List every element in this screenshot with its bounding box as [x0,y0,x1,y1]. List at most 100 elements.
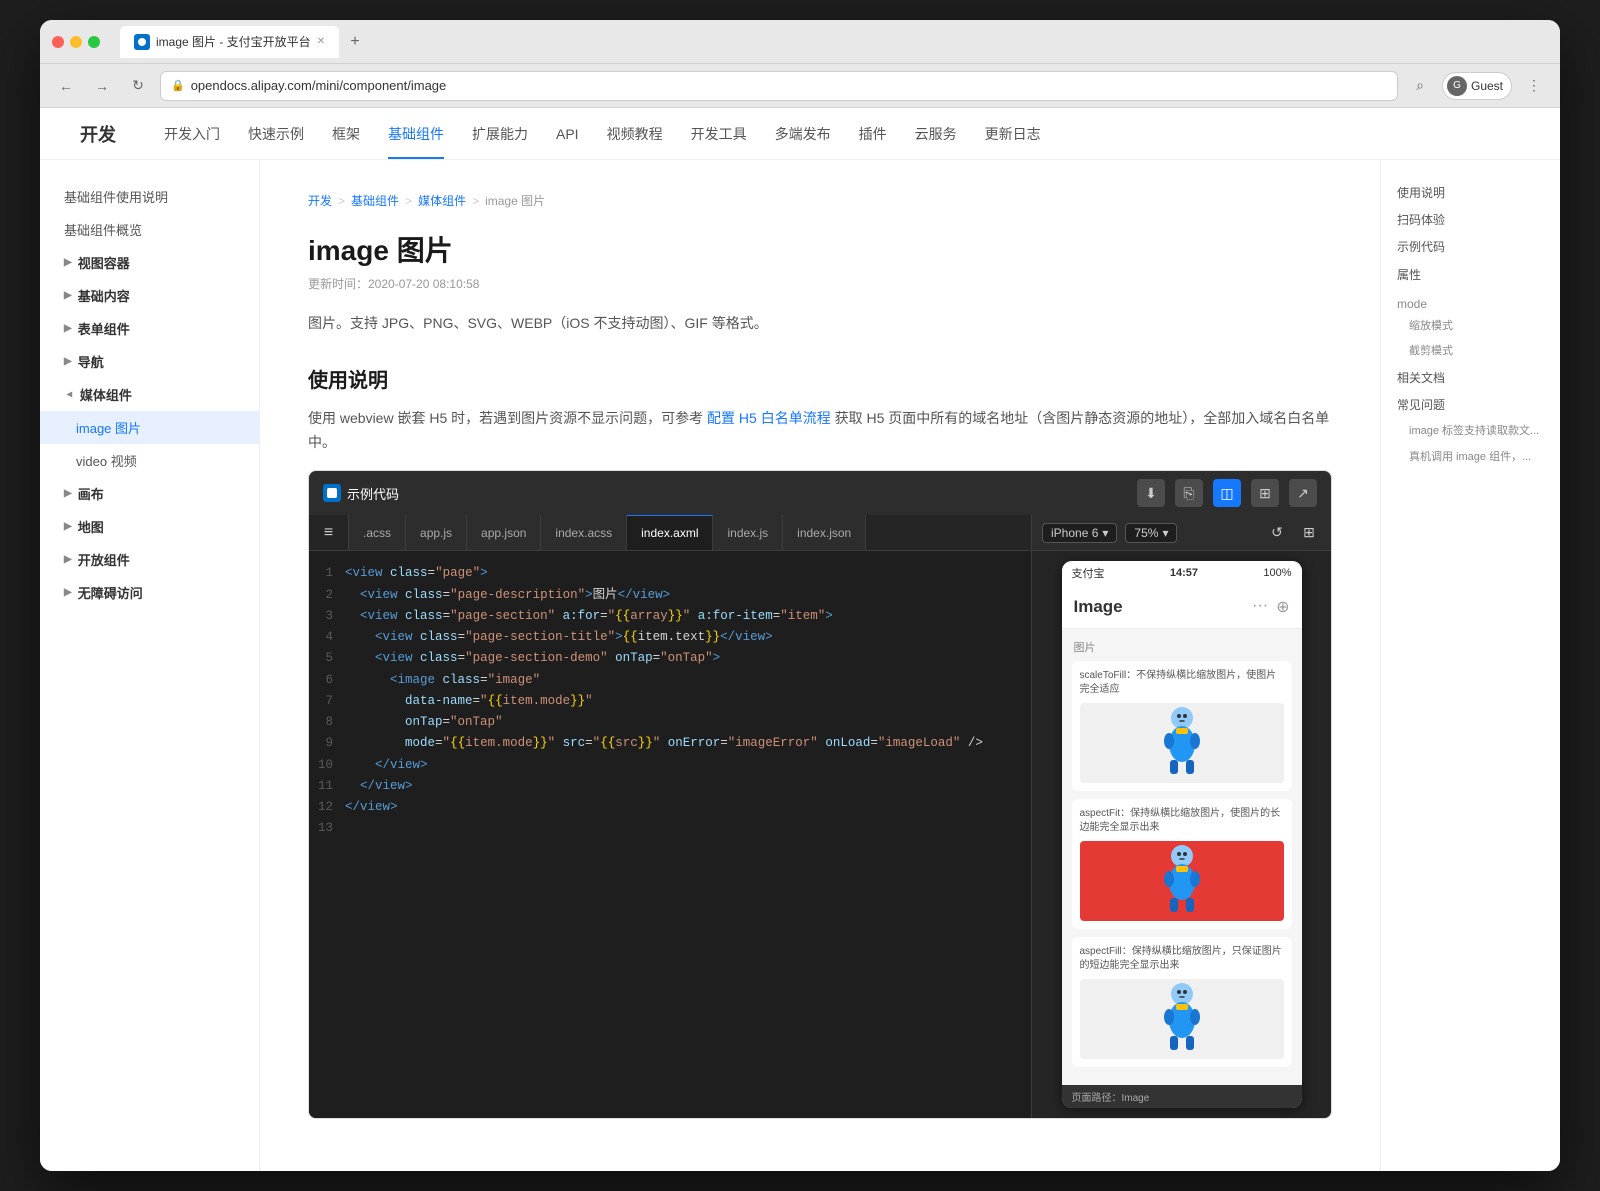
code-line-1: 1 <view class="page"> [309,563,1031,584]
share-button[interactable]: ↗ [1289,479,1317,507]
sidebar-group-base-content[interactable]: ▶ 基础内容 [40,279,259,312]
sidebar-group-view-container[interactable]: ▶ 视图容器 [40,246,259,279]
split-view-button[interactable]: ◫ [1213,479,1241,507]
content-area: 基础组件使用说明 基础组件概览 ▶ 视图容器 ▶ 基础内容 ▶ 表单组件 ▶ 导… [40,160,1560,1171]
right-sidebar-usage[interactable]: 使用说明 [1381,180,1560,207]
code-line-2: 2 <view class="page-description">图片</vie… [309,585,1031,606]
right-sidebar-faq-2[interactable]: 真机调用 image 组件，... [1381,445,1560,471]
nav-items: 开发入门 快速示例 框架 基础组件 扩展能力 API 视频教程 开发工具 多端发… [164,108,1041,159]
breadcrumb-media[interactable]: 媒体组件 [418,192,466,209]
file-tab-indexjs[interactable]: index.js [713,515,783,550]
phone-header-icons: ··· ⊕ [1252,597,1289,617]
code-line-7: 7 data-name="{{item.mode}}" [309,691,1031,712]
nav-item-multiplatform[interactable]: 多端发布 [775,108,831,159]
refresh-button[interactable]: ↺ [1265,521,1289,545]
zoom-selector[interactable]: 75% ▾ [1125,523,1177,543]
download-button[interactable]: ⬇ [1137,479,1165,507]
sidebar-group-form[interactable]: ▶ 表单组件 [40,312,259,345]
file-tab-appjs[interactable]: app.js [406,515,467,550]
forward-button[interactable]: → [88,72,116,100]
breadcrumb: 开发 > 基础组件 > 媒体组件 > image 图片 [308,192,1332,209]
sidebar-group-media[interactable]: ▼ 媒体组件 [40,378,259,411]
address-field[interactable]: 🔒 opendocs.alipay.com/mini/component/ima… [160,71,1398,101]
new-tab-button[interactable]: + [343,30,367,54]
code-line-10: 10 </view> [309,755,1031,776]
right-sidebar-related[interactable]: 相关文档 [1381,365,1560,392]
chevron-icon: ▶ [64,356,72,367]
phone-time: 14:57 [1170,567,1198,579]
phone-header: Image ··· ⊕ [1062,585,1302,629]
grid-view-button[interactable]: ⊞ [1297,521,1321,545]
chevron-icon: ▶ [64,290,72,301]
account-area[interactable]: G Guest [1442,72,1512,100]
nav-item-api[interactable]: API [556,108,579,159]
phone-img-3 [1080,979,1284,1059]
device-selector[interactable]: iPhone 6 ▾ [1042,523,1117,543]
phone-app-title: Image [1074,597,1123,617]
breadcrumb-home[interactable]: 开发 [308,192,332,209]
right-sidebar-props[interactable]: 属性 [1381,262,1560,289]
file-tab-indexaxml[interactable]: index.axml [627,515,713,550]
phone-section-label: 图片 [1072,639,1292,655]
sidebar-item-overview[interactable]: 基础组件概览 [40,213,259,246]
right-sidebar-scan[interactable]: 扫码体验 [1381,207,1560,234]
sidebar-item-usage-intro[interactable]: 基础组件使用说明 [40,180,259,213]
demo-body: ≡ .acss app.js app.json index.acss index… [309,515,1331,1118]
search-button[interactable]: ⌕ [1406,72,1434,100]
sidebar-group-map[interactable]: ▶ 地图 [40,510,259,543]
breadcrumb-components[interactable]: 基础组件 [351,192,399,209]
right-sidebar-faq-1[interactable]: image 标签支持读取款文... [1381,419,1560,445]
nav-item-intro[interactable]: 开发入门 [164,108,220,159]
preview-panel: iPhone 6 ▾ 75% ▾ ↺ ⊞ [1031,515,1331,1118]
nav-item-quickstart[interactable]: 快速示例 [248,108,304,159]
browser-window: image 图片 - 支付宝开放平台 ✕ + ← → ↻ 🔒 opendocs.… [40,20,1560,1171]
file-tab-indexacss[interactable]: index.acss [541,515,627,550]
tab-favicon [134,34,150,50]
preview-toolbar: iPhone 6 ▾ 75% ▾ ↺ ⊞ [1032,515,1331,551]
config-link[interactable]: 配置 H5 白名单流程 [707,410,831,426]
sidebar-group-open[interactable]: ▶ 开放组件 [40,543,259,576]
right-sidebar-faq[interactable]: 常见问题 [1381,392,1560,419]
right-sidebar-code[interactable]: 示例代码 [1381,234,1560,261]
nav-item-plugins[interactable]: 插件 [859,108,887,159]
file-tab-acss[interactable]: .acss [349,515,406,550]
right-sidebar-scale-mode[interactable]: 缩放模式 [1381,314,1560,340]
phone-card-aspectfit: aspectFit：保持纵横比缩放图片，使图片的长边能完全显示出来 [1072,799,1292,929]
grid-button[interactable]: ⊞ [1251,479,1279,507]
tab-title: image 图片 - 支付宝开放平台 [156,33,311,50]
reload-button[interactable]: ↻ [124,72,152,100]
close-button[interactable] [52,36,64,48]
sidebar-item-image[interactable]: image 图片 [40,411,259,444]
sidebar-group-canvas[interactable]: ▶ 画布 [40,477,259,510]
nav-item-extensions[interactable]: 扩展能力 [472,108,528,159]
nav-item-framework[interactable]: 框架 [332,108,360,159]
sidebar-group-nav[interactable]: ▶ 导航 [40,345,259,378]
file-tab-indexjson[interactable]: index.json [783,515,866,550]
section-usage-title: 使用说明 [308,364,1332,393]
right-sidebar-crop-mode[interactable]: 截剪模式 [1381,339,1560,365]
sidebar-group-accessibility[interactable]: ▶ 无障碍访问 [40,576,259,609]
sidebar-item-video[interactable]: video 视频 [40,444,259,477]
lock-icon: 🔒 [171,79,185,92]
maximize-button[interactable] [88,36,100,48]
back-button[interactable]: ← [52,72,80,100]
chevron-icon: ▶ [64,488,72,499]
tab-close-icon[interactable]: ✕ [317,36,325,47]
minimize-button[interactable] [70,36,82,48]
copy-button[interactable]: ⎘ [1175,479,1203,507]
active-tab[interactable]: image 图片 - 支付宝开放平台 ✕ [120,26,339,58]
nav-item-video[interactable]: 视频教程 [607,108,663,159]
file-tab-appjson[interactable]: app.json [467,515,541,550]
code-line-4: 4 <view class="page-section-title">{{ite… [309,627,1031,648]
nav-item-changelog[interactable]: 更新日志 [985,108,1041,159]
site-logo[interactable]: 开发 [80,121,116,147]
file-tabs-menu[interactable]: ≡ [309,515,349,550]
phone-battery: 100% [1263,567,1291,579]
code-line-12: 12 </view> [309,797,1031,818]
nav-item-cloud[interactable]: 云服务 [915,108,957,159]
nav-item-tools[interactable]: 开发工具 [691,108,747,159]
nav-item-components[interactable]: 基础组件 [388,108,444,159]
browser-menu-button[interactable]: ⋮ [1520,72,1548,100]
code-demo: 示例代码 ⬇ ⎘ ◫ ⊞ ↗ ≡ .acss [308,470,1332,1119]
code-line-9: 9 mode="{{item.mode}}" src="{{src}}" onE… [309,733,1031,754]
